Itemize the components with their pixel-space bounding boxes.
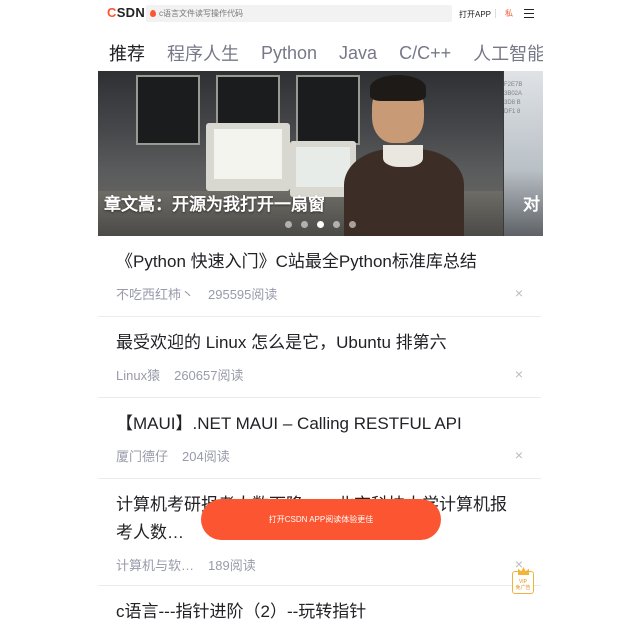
banner-carousel[interactable]: F2E7B 3B02A 3D8 B DF1 8 章文嵩：开源为我打开一扇窗 对 (98, 71, 543, 236)
tab-java[interactable]: Java (339, 43, 377, 64)
message-icon[interactable]: 私 (505, 8, 513, 19)
carousel-dot[interactable] (285, 221, 292, 228)
monitor-screen (296, 147, 350, 187)
carousel-dot[interactable] (333, 221, 340, 228)
carousel-dot[interactable] (301, 221, 308, 228)
open-app-floating-button[interactable]: 打开CSDN APP阅读体验更佳 (201, 499, 441, 540)
csdn-logo[interactable]: CSDN (107, 5, 145, 20)
hamburger-menu-icon[interactable] (524, 9, 534, 19)
feed-item[interactable]: 《Python 快速入门》C站最全Python标准库总结 不吃西红柿丶 2955… (98, 236, 541, 317)
vip-no-ads-badge[interactable]: VIP 免广告 (512, 567, 534, 594)
mobile-page: CSDN c语言文件读写操作代码 打开APP 私 推荐 程序人生 Python … (98, 0, 543, 640)
feed-item-meta: Linux猿 260657阅读 × (98, 357, 541, 387)
vip-no-ads-label: 免广告 (515, 585, 531, 591)
dismiss-icon[interactable]: × (515, 285, 523, 301)
category-tabs: 推荐 程序人生 Python Java C/C++ 人工智能 (98, 38, 543, 68)
feed-item[interactable]: c语言---指针进阶（2）--玩转指针 (98, 586, 541, 640)
dismiss-icon[interactable]: × (515, 366, 523, 382)
feed-item-reads: 204阅读 (182, 448, 230, 464)
tab-c-cpp[interactable]: C/C++ (399, 43, 451, 64)
feed-item-meta: 不吃西红柿丶 295595阅读 × (98, 276, 541, 306)
carousel-dot-active[interactable] (317, 221, 324, 228)
open-app-link[interactable]: 打开APP (459, 9, 491, 20)
banner-title[interactable]: 章文嵩：开源为我打开一扇窗 (104, 190, 325, 215)
search-bar[interactable]: c语言文件读写操作代码 (146, 5, 452, 22)
tab-programmer-life[interactable]: 程序人生 (167, 40, 239, 66)
feed-item-title[interactable]: c语言---指针进阶（2）--玩转指针 (98, 586, 541, 626)
tab-python[interactable]: Python (261, 43, 317, 64)
person-hair (370, 75, 426, 101)
tab-recommend[interactable]: 推荐 (109, 40, 145, 66)
next-slide-text: F2E7B 3B02A 3D8 B DF1 8 (504, 82, 523, 115)
shirt-collar (383, 145, 423, 167)
feed-item-title[interactable]: 【MAUI】.NET MAUI – Calling RESTFUL API (98, 398, 541, 438)
feed-item[interactable]: 【MAUI】.NET MAUI – Calling RESTFUL API 厦门… (98, 398, 541, 479)
carousel-dots (285, 221, 365, 228)
dismiss-icon[interactable]: × (515, 447, 523, 463)
feed-item-title[interactable]: 最受欢迎的 Linux 怎么是它，Ubuntu 排第六 (98, 317, 541, 357)
feed-item-author[interactable]: Linux猿 (116, 365, 160, 384)
background-window (296, 75, 360, 145)
tab-ai[interactable]: 人工智能 (473, 40, 543, 66)
feed-item-meta: 计算机与软… 189阅读 × (98, 547, 541, 577)
feed-item-author[interactable]: 厦门德仔 (116, 446, 168, 465)
banner-next-title: 对 (523, 195, 540, 214)
feed-item-reads: 260657阅读 (174, 367, 244, 383)
feed-item-title[interactable]: 《Python 快速入门》C站最全Python标准库总结 (98, 236, 541, 276)
search-placeholder: c语言文件读写操作代码 (159, 9, 243, 18)
feed-item-meta: 厦门德仔 204阅读 × (98, 438, 541, 468)
divider (495, 9, 496, 18)
feed-item-author[interactable]: 不吃西红柿丶 (116, 284, 194, 303)
feed-item-reads: 189阅读 (208, 557, 256, 573)
background-window (136, 75, 200, 145)
carousel-dot[interactable] (349, 221, 356, 228)
feed-item[interactable]: 最受欢迎的 Linux 怎么是它，Ubuntu 排第六 Linux猿 26065… (98, 317, 541, 398)
feed-item-reads: 295595阅读 (208, 286, 278, 302)
top-header: CSDN c语言文件读写操作代码 打开APP 私 (98, 0, 543, 28)
hot-flame-icon (150, 10, 156, 17)
monitor-screen (214, 129, 282, 179)
feed-item-author[interactable]: 计算机与软… (116, 555, 194, 574)
article-feed: 《Python 快速入门》C站最全Python标准库总结 不吃西红柿丶 2955… (98, 236, 543, 640)
